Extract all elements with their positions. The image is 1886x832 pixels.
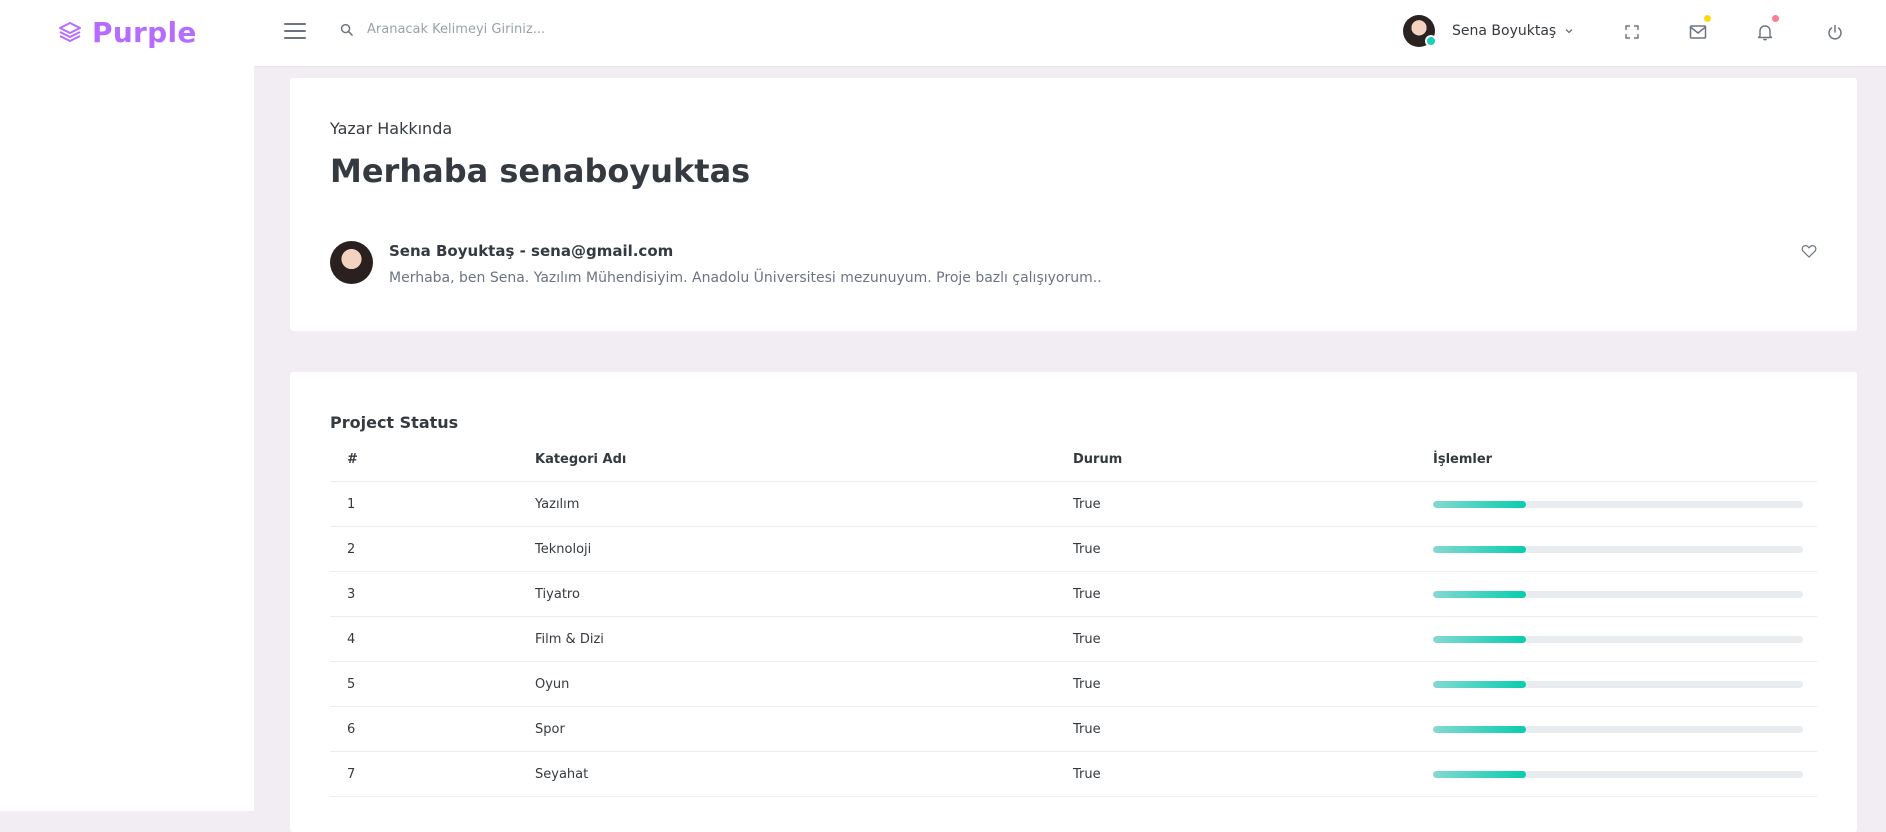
status-value: True — [1073, 541, 1101, 557]
heart-icon[interactable] — [1801, 243, 1817, 259]
progress-bar — [1433, 770, 1803, 778]
category-name: Teknoloji — [535, 541, 592, 557]
status-value: True — [1073, 721, 1101, 737]
category-name: Yazılım — [535, 496, 580, 512]
progress-cell — [1433, 707, 1803, 751]
fullscreen-icon[interactable] — [1622, 22, 1642, 42]
about-subtitle: Yazar Hakkında — [330, 119, 453, 138]
profile-dropdown[interactable]: Sena Boyuktaş — [1403, 15, 1574, 47]
table-row: 2 Teknoloji True — [330, 527, 1817, 572]
table-body: 1 Yazılım True 2 Teknoloji True 3 Tiyatro True 4 F… — [330, 482, 1817, 797]
author-name-email: Sena Boyuktaş - sena@gmail.com — [389, 242, 674, 260]
row-number: 4 — [347, 631, 356, 647]
table-row: 5 Oyun True — [330, 662, 1817, 707]
row-number: 7 — [347, 766, 356, 782]
progress-bar-fill — [1433, 635, 1526, 643]
progress-bar — [1433, 680, 1803, 688]
chevron-down-icon — [1565, 29, 1573, 34]
progress-bar — [1433, 500, 1803, 508]
avatar — [1403, 15, 1437, 47]
project-status-card: Project Status # Kategori Adı Durum İşle… — [290, 372, 1857, 832]
menu-toggle-button[interactable] — [284, 23, 306, 41]
layers-icon — [59, 22, 81, 42]
sidebar — [0, 66, 254, 811]
category-name: Spor — [535, 721, 565, 737]
header-category-name: Kategori Adı — [535, 451, 627, 467]
bell-badge — [1772, 15, 1779, 22]
progress-cell — [1433, 482, 1803, 526]
power-icon[interactable] — [1825, 22, 1845, 42]
row-number: 3 — [347, 586, 356, 602]
progress-cell — [1433, 527, 1803, 571]
project-status-table: # Kategori Adı Durum İşlemler 1 Yazılım Tr… — [330, 437, 1817, 797]
progress-cell — [1433, 617, 1803, 661]
table-row: 3 Tiyatro True — [330, 572, 1817, 617]
status-value: True — [1073, 766, 1101, 782]
section-title: Project Status — [330, 413, 459, 432]
table-header-row: # Kategori Adı Durum İşlemler — [330, 437, 1817, 482]
bell-icon[interactable] — [1757, 15, 1779, 42]
status-value: True — [1073, 496, 1101, 512]
progress-bar-fill — [1433, 770, 1526, 778]
progress-bar — [1433, 635, 1803, 643]
header-number: # — [347, 451, 358, 467]
progress-cell — [1433, 572, 1803, 616]
progress-bar — [1433, 545, 1803, 553]
search-input[interactable] — [367, 22, 687, 37]
brand-name: Purple — [92, 15, 197, 49]
mail-badge — [1704, 15, 1711, 22]
profile-name: Sena Boyuktaş — [1452, 23, 1557, 39]
top-navbar: Purple Sena Boyuktaş — [0, 0, 1886, 66]
progress-cell — [1433, 752, 1803, 796]
table-row: 4 Film & Dizi True — [330, 617, 1817, 662]
progress-cell — [1433, 662, 1803, 706]
header-status: Durum — [1073, 451, 1123, 467]
page-title: Merhaba senaboyuktas — [330, 152, 751, 190]
mail-icon[interactable] — [1689, 15, 1711, 42]
header-actions: İşlemler — [1433, 451, 1493, 467]
author-avatar — [330, 241, 373, 284]
row-number: 1 — [347, 496, 356, 512]
row-number: 5 — [347, 676, 356, 692]
progress-bar-fill — [1433, 500, 1526, 508]
category-name: Seyahat — [535, 766, 589, 782]
progress-bar-fill — [1433, 590, 1526, 598]
progress-bar — [1433, 725, 1803, 733]
author-card: Yazar Hakkında Merhaba senaboyuktas Sena… — [290, 78, 1857, 331]
author-bio: Merhaba, ben Sena. Yazılım Mühendisiyim.… — [389, 270, 1102, 286]
category-name: Oyun — [535, 676, 570, 692]
table-row: 1 Yazılım True — [330, 482, 1817, 527]
search-bar — [340, 22, 687, 37]
progress-bar-fill — [1433, 680, 1526, 688]
brand-logo[interactable]: Purple — [58, 14, 197, 50]
status-value: True — [1073, 586, 1101, 602]
progress-bar — [1433, 590, 1803, 598]
search-icon — [340, 23, 353, 36]
status-value: True — [1073, 631, 1101, 647]
online-status-dot — [1425, 35, 1437, 47]
row-number: 2 — [347, 541, 356, 557]
status-value: True — [1073, 676, 1101, 692]
category-name: Film & Dizi — [535, 631, 604, 647]
progress-bar-fill — [1433, 725, 1526, 733]
table-row: 7 Seyahat True — [330, 752, 1817, 797]
row-number: 6 — [347, 721, 356, 737]
category-name: Tiyatro — [535, 586, 580, 602]
table-row: 6 Spor True — [330, 707, 1817, 752]
progress-bar-fill — [1433, 545, 1526, 553]
